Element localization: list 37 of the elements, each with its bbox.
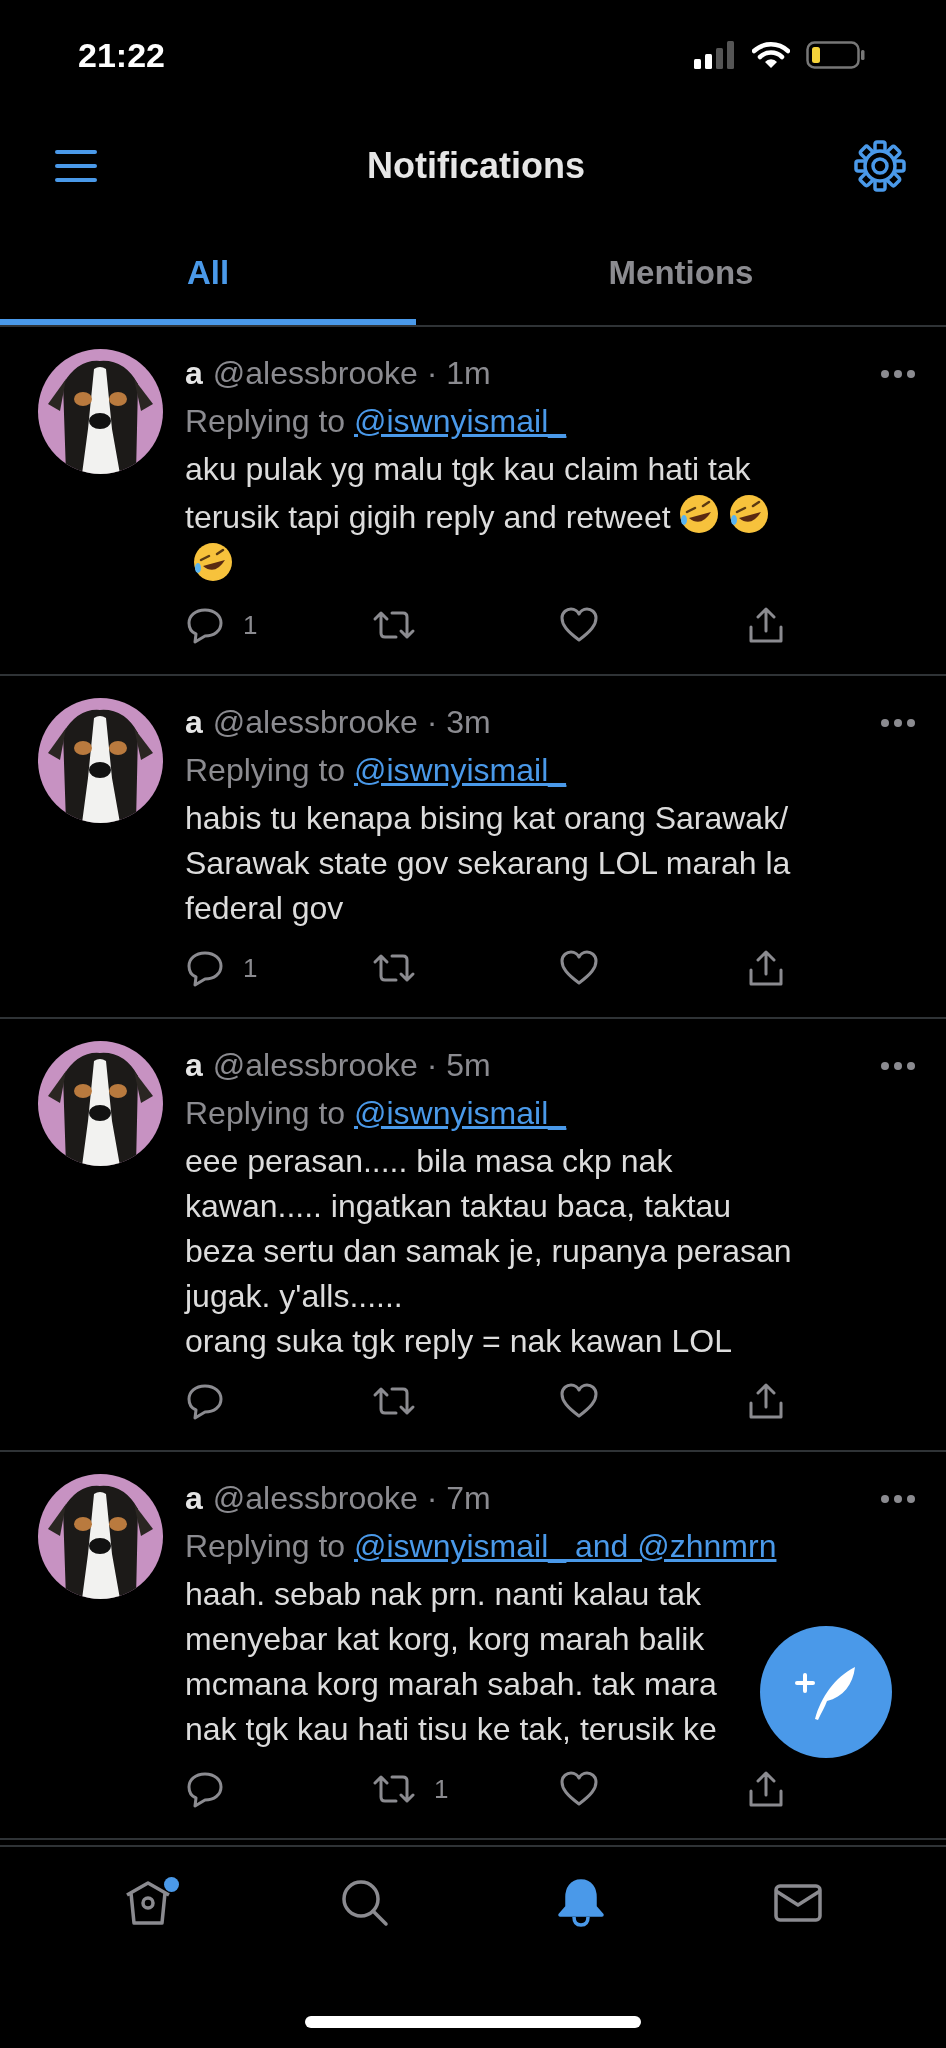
user-name: a (185, 704, 203, 740)
user-name: a (185, 1047, 203, 1083)
replying-to-text: Replying to @iswnyismail_ (185, 402, 568, 441)
tweet-text: aku pulak yg malu tgk kau claim hati tak terusik tapi gigih reply and retweet (185, 447, 771, 588)
handle-time: @alessbrooke · 7m (212, 1480, 491, 1516)
user-name: a (185, 1480, 203, 1516)
handle-time: @alessbrooke · 3m (212, 704, 491, 740)
mention-link[interactable]: @iswnyismail_ (354, 403, 567, 439)
replying-to-text: Replying to @iswnyismail_ and @zhnmrn (185, 1527, 778, 1566)
more-icon[interactable] (880, 1060, 916, 1071)
more-icon[interactable] (880, 368, 916, 379)
tweet-text: haah. sebab nak prn. nanti kalau tak menyebar kat korg, korg marah balik mcmana korg marah sabah. tak mara nak tgk kau hati tisu ke tak, terusik ke (185, 1575, 717, 1749)
laughing-emoji-icon (191, 540, 235, 584)
settings-button[interactable] (854, 140, 906, 192)
more-icon[interactable] (880, 1493, 916, 1504)
handle-time: @alessbrooke · 5m (212, 1047, 491, 1083)
retweet-button[interactable]: 1 (372, 1769, 449, 1809)
mention-link[interactable]: @iswnyismail_ (354, 752, 567, 788)
handle-time: @alessbrooke · 1m (212, 355, 491, 391)
wifi-icon (752, 41, 790, 69)
more-icon[interactable] (880, 717, 916, 728)
tab[interactable]: All (0, 222, 416, 325)
reply-button[interactable]: 1 (185, 605, 258, 645)
tweet-text: habis tu kenapa bising kat orang Sarawak/ Sarawak state gov sekarang LOL marah la federal gov (185, 799, 791, 928)
replying-to-text: Replying to @iswnyismail_ (185, 1094, 568, 1133)
status-time: 21:22 (78, 34, 165, 76)
replying-to-text: Replying to @iswnyismail_ (185, 751, 568, 790)
tab[interactable]: Mentions (416, 222, 946, 325)
menu-button[interactable] (54, 148, 98, 184)
signal-icon (694, 41, 736, 69)
reply-button[interactable]: 1 (185, 948, 258, 988)
mention-link[interactable]: @iswnyismail_ (354, 1095, 567, 1131)
user-name: a (185, 355, 203, 391)
page-title: Notifications (367, 144, 585, 188)
tweet-text: eee perasan..... bila masa ckp nak kawan..... ingatkan taktau baca, taktau beza sertu dan samak je, rupanya perasan jugak. y'alls...... orang suka tgk reply = nak kawan LOL (185, 1142, 792, 1361)
mention-link[interactable]: @iswnyismail_ and @zhnmrn (354, 1528, 777, 1564)
battery-icon (806, 41, 866, 69)
